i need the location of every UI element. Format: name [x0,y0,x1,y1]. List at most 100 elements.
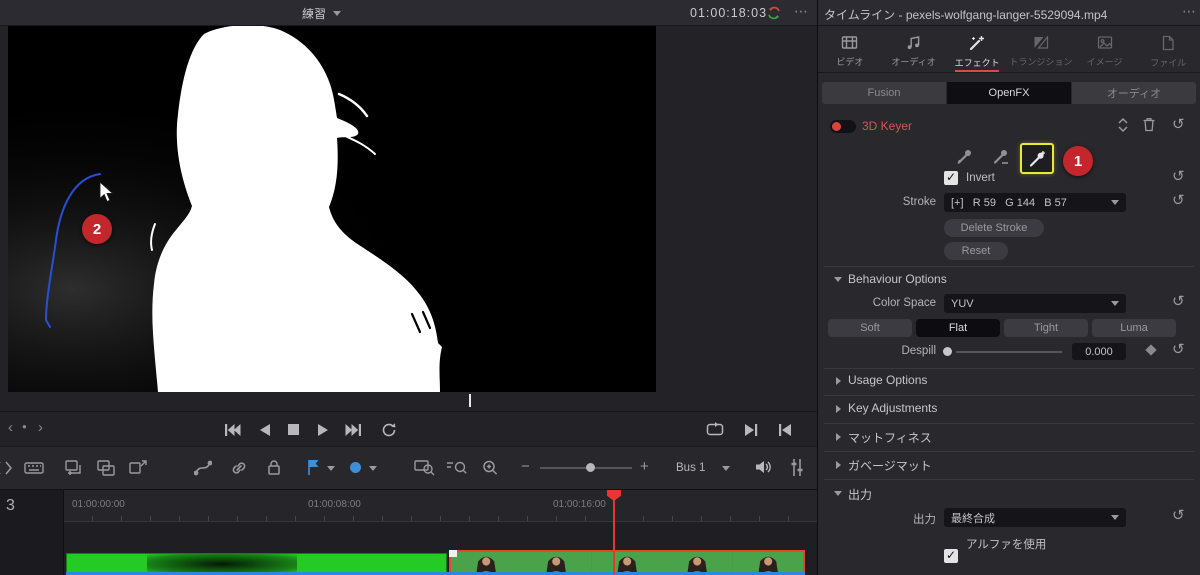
use-alpha-checkbox[interactable] [944,548,958,563]
reorder-effect-icon[interactable] [1116,117,1130,133]
viewer-next-icon[interactable]: › [38,419,43,436]
subtab-audio[interactable]: オーディオ [1072,82,1196,104]
despill-slider-track[interactable] [956,351,1062,353]
loop-playback-button[interactable] [381,422,397,438]
position-lock-icon[interactable] [266,459,282,476]
eyedropper-icon[interactable] [956,148,973,165]
despill-keyframe-icon[interactable] [1145,344,1157,356]
timeline-selector[interactable]: 練習 [302,5,342,22]
viewer-section: 練習 01:00:18:03 ⋯ 2 ‹ ● › − + Bus 1 3 01:… [0,0,817,575]
tab-transitions[interactable]: トランジション [1009,26,1073,72]
viewer-timecode[interactable]: 01:00:18:03 [690,6,767,20]
despill-value-box[interactable]: 0.000 [1072,343,1126,360]
tab-video[interactable]: ビデオ [818,26,882,72]
behaviour-section-header[interactable]: Behaviour Options [848,272,947,286]
stop-button[interactable] [287,423,300,436]
mode-tight-button[interactable]: Tight [1004,319,1088,337]
timeline-view-options-icon[interactable] [0,460,12,476]
play-reverse-button[interactable] [258,423,272,437]
marker-dropdown-caret[interactable] [369,466,377,471]
bus-selector-label: Bus 1 [676,462,706,474]
custom-zoom-icon[interactable] [414,459,436,476]
inspector-options-menu[interactable]: ⋯ [1182,3,1196,20]
keyboard-edit-icon[interactable] [24,460,44,476]
output-dropdown[interactable]: 最終合成 [944,508,1126,527]
tab-label: イメージ [1086,57,1123,67]
output-section-header[interactable]: 出力 [848,486,872,503]
viewer-options-menu[interactable]: ⋯ [794,3,808,20]
goto-end-icon[interactable] [743,423,758,437]
invert-checkbox[interactable] [944,170,958,185]
last-frame-button[interactable] [345,423,362,437]
reset-invert-icon[interactable]: ↺ [1172,169,1185,184]
bus-caret-icon [722,465,730,471]
fx-category-switch: Fusion OpenFX オーディオ [822,82,1196,104]
reset-stroke-icon[interactable]: ↺ [1172,193,1185,208]
match-frame-icon[interactable] [778,423,793,437]
scrub-playhead-tick[interactable] [469,394,471,407]
stroke-dropdown[interactable]: [+] R 59 G 144 B 57 [944,193,1126,212]
matte-finesse-caret [836,433,841,441]
subtab-openfx[interactable]: OpenFX [947,82,1072,104]
link-clips-icon[interactable] [230,460,248,476]
delete-stroke-button[interactable]: Delete Stroke [944,219,1044,237]
mode-luma-button[interactable]: Luma [1092,319,1176,337]
speaker-icon[interactable] [754,459,772,475]
inspector-panel: タイムライン - pexels-wolfgang-langer-5529094.… [818,0,1200,575]
despill-slider-knob[interactable] [943,347,952,356]
tab-file[interactable]: ファイル [1136,26,1200,72]
marker-icon[interactable] [349,461,362,474]
clip-marker[interactable] [449,550,457,557]
reset-color-space-icon[interactable]: ↺ [1172,294,1185,309]
mode-flat-button[interactable]: Flat [916,319,1000,337]
full-extent-zoom-icon[interactable] [480,459,500,476]
subtab-fusion[interactable]: Fusion [822,82,947,104]
sync-status-icon[interactable] [766,5,782,21]
detail-zoom-icon[interactable] [446,459,468,476]
flag-dropdown-caret[interactable] [327,466,335,471]
zoom-out-button[interactable]: − [521,458,530,475]
retime-curve-icon[interactable] [194,460,212,476]
toggle-on-dot [832,122,841,131]
usage-options-header[interactable]: Usage Options [848,373,927,387]
viewer-prev-icon[interactable]: ‹ [8,419,13,436]
key-adjustments-header[interactable]: Key Adjustments [848,401,937,415]
tab-effects[interactable]: エフェクト [945,26,1009,72]
viewer-mode-dot-icon[interactable]: ● [22,422,27,431]
viewer-canvas[interactable] [8,26,656,392]
reset-despill-icon[interactable]: ↺ [1172,342,1185,357]
reset-output-icon[interactable]: ↺ [1172,508,1185,523]
zoom-in-button[interactable]: + [640,458,649,475]
timeline-ruler[interactable]: 01:00:00:00 01:00:08:00 01:00:16:00 [64,490,817,522]
bus-selector[interactable]: Bus 1 [672,458,734,478]
first-frame-button[interactable] [224,423,241,437]
stroke-picker-highlight-box[interactable] [1020,143,1054,174]
despill-label: Despill [901,345,936,357]
reset-button[interactable]: Reset [944,242,1008,260]
key-adjustments-caret [836,405,841,413]
delete-effect-icon[interactable] [1142,117,1156,132]
loop-clip-icon[interactable] [706,422,724,437]
mode-soft-button[interactable]: Soft [828,319,912,337]
zoom-slider-knob[interactable] [586,463,595,472]
tab-image[interactable]: イメージ [1073,26,1137,72]
matte-finesse-header[interactable]: マットフィネス [848,429,932,446]
color-space-dropdown[interactable]: YUV [944,294,1126,313]
eyedropper-minus-icon[interactable] [992,148,1009,165]
replace-clip-icon[interactable] [128,459,148,477]
tab-audio[interactable]: オーディオ [882,26,946,72]
tab-label: ファイル [1150,58,1187,68]
mixer-icon[interactable] [790,458,804,477]
track-header[interactable]: 3 [0,490,64,575]
insert-clip-icon[interactable] [64,459,84,477]
overwrite-clip-icon[interactable] [96,459,116,477]
reset-effect-icon[interactable]: ↺ [1172,117,1185,132]
timeline-selector-label: 練習 [302,7,327,21]
playhead-line[interactable] [613,490,615,575]
ruler-mark: 01:00:00:00 [72,499,125,510]
garbage-matte-header[interactable]: ガベージマット [848,457,932,474]
flag-icon[interactable] [306,459,321,476]
play-button[interactable] [316,423,330,437]
viewer-scrub-bar[interactable] [0,392,817,412]
effect-enable-toggle[interactable] [830,120,856,133]
